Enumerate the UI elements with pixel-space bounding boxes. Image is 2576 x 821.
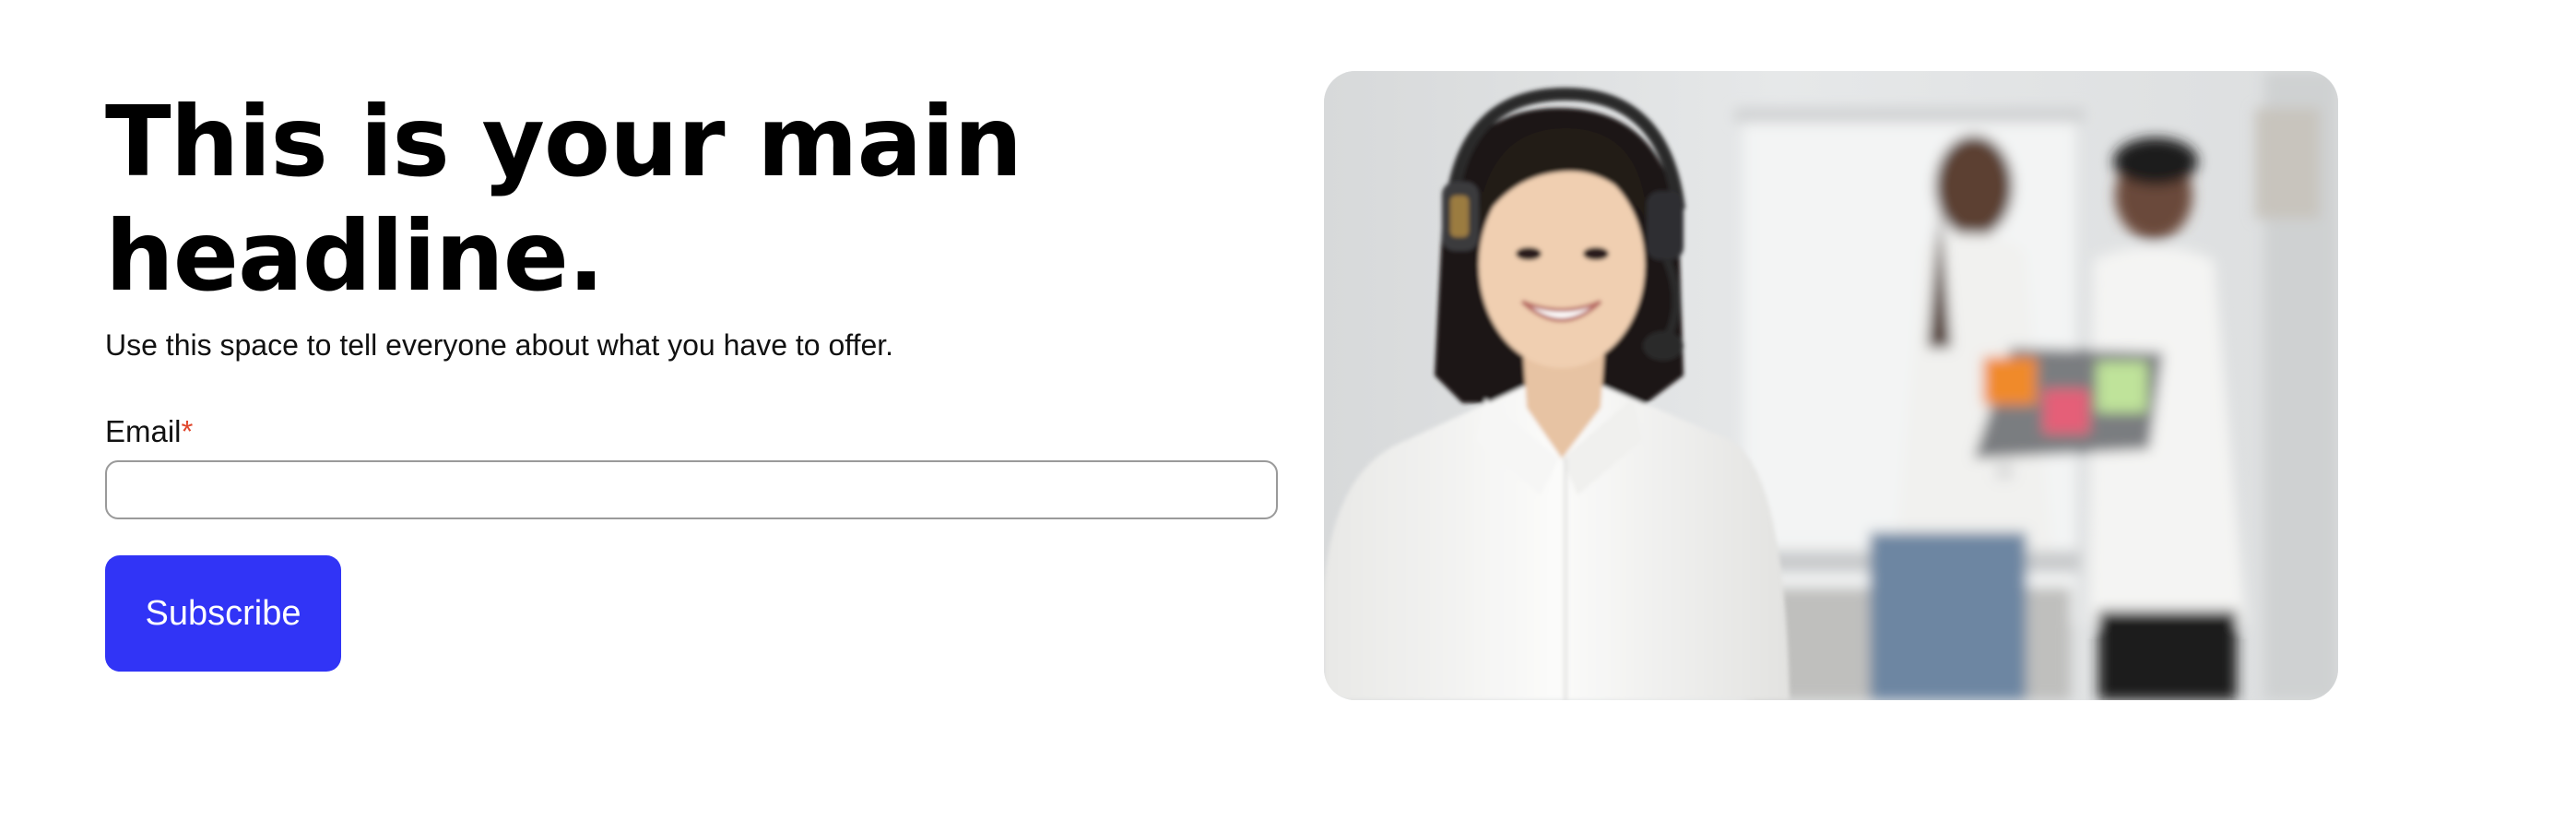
hero-photo-illustration [1324, 71, 2338, 700]
page-subtext: Use this space to tell everyone about wh… [105, 328, 894, 362]
email-label-text: Email [105, 414, 182, 448]
required-marker: * [181, 414, 194, 448]
email-label: Email* [105, 413, 193, 450]
hero-photo [1324, 71, 2338, 700]
subscribe-button[interactable]: Subscribe [105, 555, 341, 672]
page-headline: This is your main headline. [105, 86, 1022, 313]
email-input[interactable] [105, 460, 1278, 519]
